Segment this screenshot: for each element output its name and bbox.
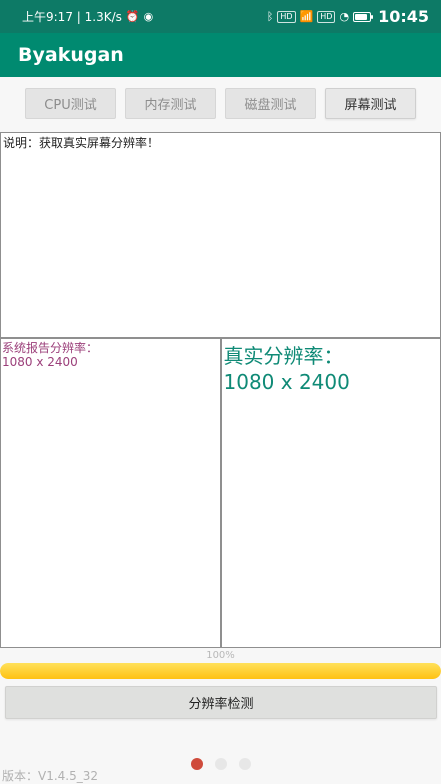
page-indicator-dot <box>214 758 227 770</box>
version-text: 版本：V1.4.5_32 <box>2 769 99 783</box>
reported-resolution-value: 1080 x 2400 <box>2 355 78 370</box>
app-bar: Byakugan <box>0 33 441 77</box>
status-left-text: 上午9:17 | 1.3K/s <box>22 10 122 24</box>
eye-icon: ◉ <box>143 10 154 23</box>
description-panel: 说明：获取真实屏幕分辨率！ <box>0 132 441 338</box>
tab-memory[interactable]: 内存测试 <box>125 88 216 119</box>
battery-icon <box>353 11 374 22</box>
page-indicator-dot <box>238 758 251 770</box>
real-resolution-panel: 真实分辨率： 1080 x 2400 <box>220 338 441 648</box>
status-bar: 上午9:17 | 1.3K/s ⏰ ◉ ᛒ HD 📶 HD ◔ 10:45 <box>0 0 441 33</box>
resolution-panels: 系统报告分辨率： 1080 x 2400 真实分辨率： 1080 x 2400 <box>0 338 441 648</box>
progress-bar-fill <box>0 663 441 679</box>
hd-indicator-2: HD <box>317 10 336 23</box>
tab-screen[interactable]: 屏幕测试 <box>325 88 416 119</box>
tab-disk[interactable]: 磁盘测试 <box>225 88 316 119</box>
bluetooth-icon: ᛒ <box>266 10 274 23</box>
description-text: 说明：获取真实屏幕分辨率！ <box>3 136 160 150</box>
progress-bar <box>0 663 441 679</box>
progress-text: 100% <box>206 650 235 661</box>
status-time: 10:45 <box>378 7 429 26</box>
real-resolution-label: 真实分辨率： <box>223 344 344 368</box>
resolution-detect-button[interactable]: 分辨率检测 <box>5 686 437 719</box>
hd-indicator: HD <box>277 10 296 23</box>
status-left-group: 上午9:17 | 1.3K/s ⏰ ◉ <box>22 8 153 25</box>
alarm-icon: ⏰ <box>125 10 140 23</box>
real-resolution-value: 1080 x 2400 <box>223 370 350 394</box>
tab-cpu[interactable]: CPU测试 <box>25 88 116 119</box>
test-tabs: CPU测试 内存测试 磁盘测试 屏幕测试 <box>0 88 441 119</box>
reported-resolution-label: 系统报告分辨率： <box>2 341 99 355</box>
status-right-group: ᛒ HD 📶 HD ◔ 10:45 <box>267 7 429 26</box>
page-indicator-dot-active <box>190 758 203 770</box>
reported-resolution-panel: 系统报告分辨率： 1080 x 2400 <box>0 338 221 648</box>
app-title: Byakugan <box>18 44 124 66</box>
signal-icon: 📶 <box>299 10 314 23</box>
wifi-icon: ◔ <box>339 10 350 23</box>
